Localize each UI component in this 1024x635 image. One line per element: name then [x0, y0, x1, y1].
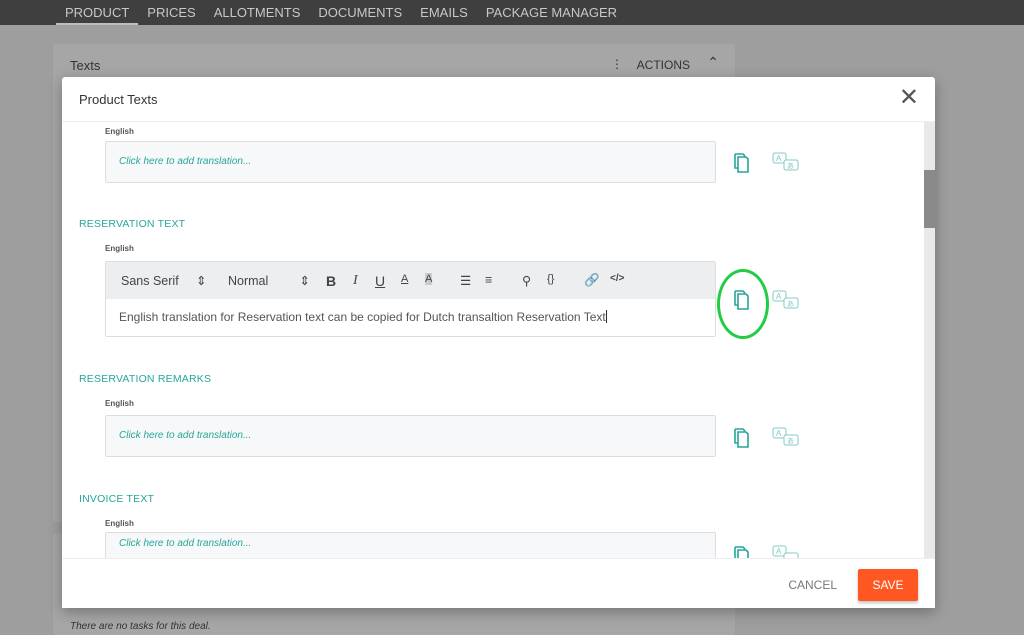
rich-text-editor[interactable]: Sans Serif ⇕ Normal ⇕ B I U A A ☰ ≡ ⚲ {}… [105, 261, 716, 337]
svg-text:A: A [776, 547, 782, 556]
size-select[interactable]: Normal ⇕ [228, 273, 310, 288]
top-nav: PRODUCT PRICES ALLOTMENTS DOCUMENTS EMAI… [0, 0, 1024, 25]
section-label-reservation-text: RESERVATION TEXT [79, 218, 186, 230]
highlight-circle [717, 269, 769, 339]
save-button[interactable]: SAVE [858, 569, 918, 601]
tab-package-manager[interactable]: PACKAGE MANAGER [477, 0, 626, 25]
dialog-footer: CANCEL SAVE [62, 558, 935, 608]
language-label: English [105, 244, 134, 253]
tab-allotments[interactable]: ALLOTMENTS [205, 0, 310, 25]
dialog-title: Product Texts [79, 92, 158, 107]
tab-prices[interactable]: PRICES [138, 0, 204, 25]
placeholder: Click here to add translation... [119, 156, 252, 167]
scrollbar-thumb[interactable] [924, 170, 935, 228]
copy-icon[interactable] [734, 428, 750, 448]
close-icon[interactable]: ✕ [899, 86, 919, 110]
align-icon[interactable]: ≡ [485, 273, 492, 287]
translation-field[interactable]: Click here to add translation... [105, 141, 716, 183]
tab-emails[interactable]: EMAILS [411, 0, 477, 25]
background-color-button[interactable]: A [425, 273, 433, 285]
editor-toolbar: Sans Serif ⇕ Normal ⇕ B I U A A ☰ ≡ ⚲ {}… [106, 262, 715, 299]
translation-field[interactable]: Click here to add translation... [105, 415, 716, 457]
translate-icon[interactable]: Aあ [772, 290, 800, 312]
editor-content[interactable]: English translation for Reservation text… [106, 299, 715, 335]
product-texts-dialog: Product Texts ✕ English Click here to ad… [62, 77, 935, 608]
svg-text:あ: あ [787, 437, 794, 445]
font-select[interactable]: Sans Serif ⇕ [121, 273, 207, 288]
more-vert-icon[interactable]: ⋮ [611, 57, 623, 71]
language-label: English [105, 519, 134, 528]
section-label-invoice-text: INVOICE TEXT [79, 493, 155, 505]
texts-card-title: Texts [70, 58, 101, 73]
svg-text:A: A [776, 429, 782, 438]
svg-text:A: A [776, 292, 782, 301]
placeholder: Click here to add translation... [119, 430, 252, 441]
language-label: English [105, 127, 134, 136]
underline-button[interactable]: U [375, 273, 385, 289]
svg-text:あ: あ [787, 300, 794, 308]
scrollbar[interactable] [924, 122, 935, 558]
copy-icon[interactable] [734, 153, 750, 173]
copy-icon[interactable] [734, 546, 750, 558]
dialog-header: Product Texts ✕ [62, 77, 935, 122]
translate-icon[interactable]: Aあ [772, 427, 800, 449]
svg-text:A: A [776, 154, 782, 163]
translate-icon[interactable]: A [772, 545, 800, 558]
translate-icon[interactable]: Aあ [772, 152, 800, 174]
code-block-button[interactable]: {} [547, 273, 554, 285]
dialog-body: English Click here to add translation...… [62, 122, 935, 558]
chevron-up-icon[interactable]: ⌃ [707, 54, 719, 71]
svg-text:あ: あ [787, 162, 794, 170]
search-icon[interactable]: ⚲ [522, 273, 531, 288]
section-label-reservation-remarks: RESERVATION REMARKS [79, 373, 212, 385]
cancel-button[interactable]: CANCEL [788, 578, 837, 592]
italic-button[interactable]: I [353, 273, 358, 289]
link-icon[interactable]: 🔗 [584, 273, 600, 288]
tab-documents[interactable]: DOCUMENTS [309, 0, 411, 25]
tasks-note: There are no tasks for this deal. [70, 621, 211, 632]
tab-product[interactable]: PRODUCT [56, 0, 139, 25]
bold-button[interactable]: B [326, 273, 336, 289]
translation-field[interactable]: Click here to add translation... [105, 532, 716, 558]
actions-button[interactable]: ACTIONS [637, 58, 690, 72]
language-label: English [105, 399, 134, 408]
bullet-list-icon[interactable]: ☰ [460, 273, 471, 288]
text-color-button[interactable]: A [401, 273, 408, 285]
source-code-button[interactable]: </> [610, 273, 624, 284]
placeholder: Click here to add translation... [119, 538, 252, 549]
